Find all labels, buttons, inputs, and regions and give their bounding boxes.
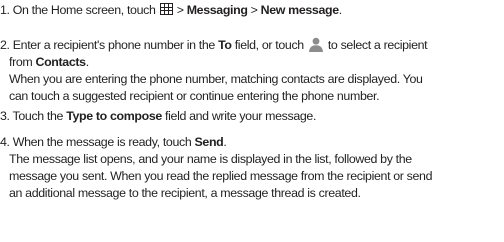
step-2-line-2: from Contacts. xyxy=(9,55,89,69)
instruction-document: 1. On the Home screen, touch > Messaging… xyxy=(0,0,504,242)
button-send: Send xyxy=(194,135,224,149)
separator: > xyxy=(173,3,187,17)
step-4-note-3: an additional message to the recipient, … xyxy=(9,186,361,200)
step-3-line: 3. Touch the Type to compose field and w… xyxy=(0,109,317,123)
field-to: To xyxy=(218,38,232,52)
step-2-note-1: When you are entering the phone number, … xyxy=(9,72,423,86)
step-2-note-2: can touch a suggested recipient or conti… xyxy=(9,89,380,103)
step-number: 4. xyxy=(0,135,10,149)
step-4-note-2: message you sent. When you read the repl… xyxy=(9,169,433,183)
contact-person-icon xyxy=(308,37,324,57)
step-1-line: 1. On the Home screen, touch > Messaging… xyxy=(0,3,342,17)
step-text: On the Home screen, touch xyxy=(12,3,156,17)
field-type-to-compose: Type to compose xyxy=(66,109,162,123)
step-number: 3. xyxy=(0,109,10,123)
step-text: Enter a recipient's phone number in the xyxy=(12,38,219,52)
menu-messaging: Messaging xyxy=(186,3,248,17)
step-number: 2. xyxy=(0,38,10,52)
menu-new-message: New message xyxy=(260,3,339,17)
app-contacts: Contacts xyxy=(35,55,86,69)
step-4-note-1: The message list opens, and your name is… xyxy=(9,152,412,166)
step-number: 1. xyxy=(0,3,10,17)
step-3: 3. Touch the Type to compose field and w… xyxy=(0,108,500,125)
apps-grid-icon xyxy=(159,3,173,15)
step-2-line-1: 2. Enter a recipient's phone number in t… xyxy=(0,37,500,54)
step-1: 1. On the Home screen, touch > Messaging… xyxy=(0,2,500,19)
step-4: 4. When the message is ready, touch Send… xyxy=(0,134,500,202)
step-4-line-1: 4. When the message is ready, touch Send… xyxy=(0,135,227,149)
step-2: 2. Enter a recipient's phone number in t… xyxy=(0,37,500,105)
separator: > xyxy=(247,3,261,17)
